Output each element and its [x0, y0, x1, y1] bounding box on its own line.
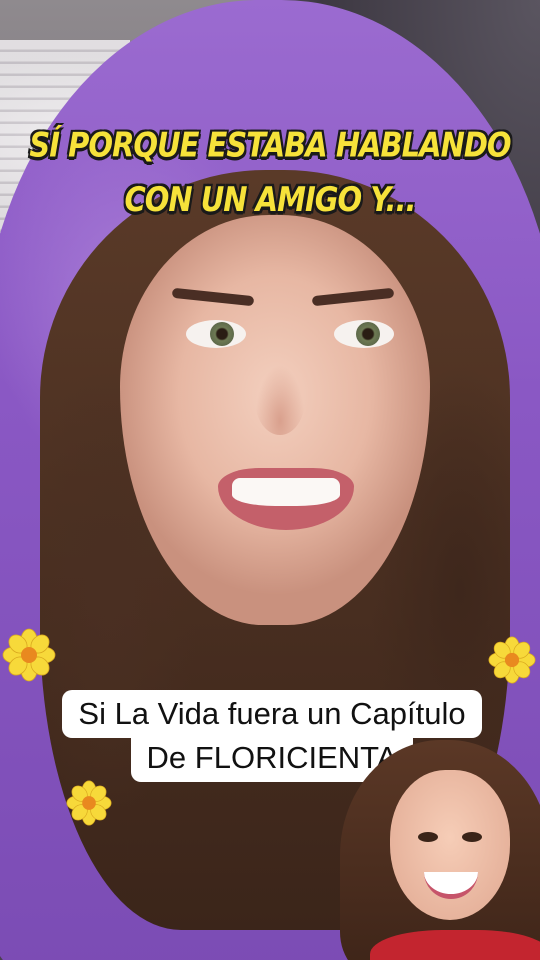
character-inset-photo [330, 740, 540, 960]
inset-red-top [370, 930, 540, 960]
inset-smile [424, 872, 478, 899]
right-iris [356, 322, 380, 346]
daisy-icon [66, 780, 112, 826]
caption-line-1: SÍ PORQUE ESTABA HABLANDO [29, 124, 511, 165]
nose [255, 365, 305, 435]
inset-face [390, 770, 510, 920]
daisy-icon [488, 636, 536, 684]
left-iris [210, 322, 234, 346]
inset-left-eye [418, 832, 438, 842]
title-line-1: Si La Vida fuera un Capítulo [62, 690, 482, 738]
video-frame: SÍ PORQUE ESTABA HABLANDO CON UN AMIGO Y… [0, 0, 540, 960]
daisy-icon [2, 628, 56, 682]
left-eye [186, 320, 246, 348]
teeth [232, 478, 340, 506]
video-caption: SÍ PORQUE ESTABA HABLANDO CON UN AMIGO Y… [0, 118, 540, 227]
right-eye [334, 320, 394, 348]
inset-right-eye [462, 832, 482, 842]
caption-line-2: CON UN AMIGO Y... [124, 179, 416, 220]
